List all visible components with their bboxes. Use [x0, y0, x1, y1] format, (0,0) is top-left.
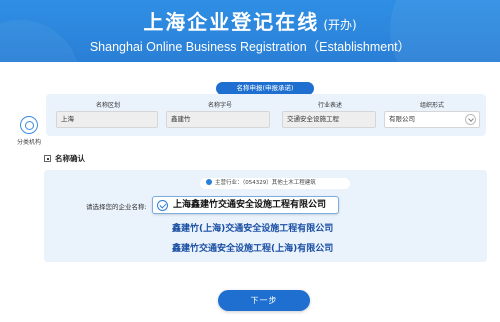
page: 上海企业登记在线 (开办) Shanghai Online Business Re…	[0, 0, 500, 322]
column-label-region: 名称区划	[95, 102, 120, 109]
column-label-org-form: 组织形式	[419, 102, 444, 109]
industry-field[interactable]: 交通安全设施工程	[282, 111, 376, 128]
page-title-en: Shanghai Online Business Registration（Es…	[89, 40, 411, 54]
region-field[interactable]: 上海	[56, 111, 158, 128]
column-label-industry: 行业表述	[317, 102, 342, 109]
name-option[interactable]: 鑫建竹交通安全设施工程(上海)有限公司	[172, 241, 333, 254]
org-form-select[interactable]: 有限公司	[384, 111, 480, 128]
confirm-heading-text: 名称确认	[55, 154, 85, 163]
section-marker-icon	[44, 155, 51, 162]
name-option[interactable]: 鑫建竹(上海)交通安全设施工程有限公司	[172, 221, 333, 234]
name-option-selected[interactable]: 上海鑫建竹交通安全设施工程有限公司	[152, 196, 339, 214]
page-title-sub: (开办)	[323, 18, 357, 32]
header-banner: 上海企业登记在线 (开办) Shanghai Online Business Re…	[0, 0, 500, 62]
name-option-text: 上海鑫建竹交通安全设施工程有限公司	[173, 200, 327, 210]
side-tool-label: 分类机构	[16, 139, 41, 146]
next-button[interactable]: 下一步	[218, 290, 310, 311]
side-tool-classification[interactable]: 分类机构	[14, 116, 44, 146]
industry-badge: 主营行业：（054329）其他土木工程建筑	[200, 178, 350, 189]
page-title-main: 上海企业登记在线	[143, 10, 320, 34]
confirm-heading: 名称确认	[44, 153, 85, 164]
column-label-trade-name: 名称字号	[207, 102, 232, 109]
page-title: 上海企业登记在线 (开办)	[0, 6, 500, 35]
trade-name-field[interactable]: 鑫建竹	[166, 111, 270, 128]
chevron-down-icon	[465, 114, 476, 125]
check-circle-icon	[157, 200, 168, 211]
info-dot-icon	[206, 179, 212, 185]
org-form-value: 有限公司	[389, 115, 415, 123]
select-name-label: 请选择您的企业名称:	[86, 203, 147, 211]
industry-text: 主营行业：（054329）其他土木工程建筑	[215, 180, 316, 186]
target-icon	[20, 116, 38, 134]
